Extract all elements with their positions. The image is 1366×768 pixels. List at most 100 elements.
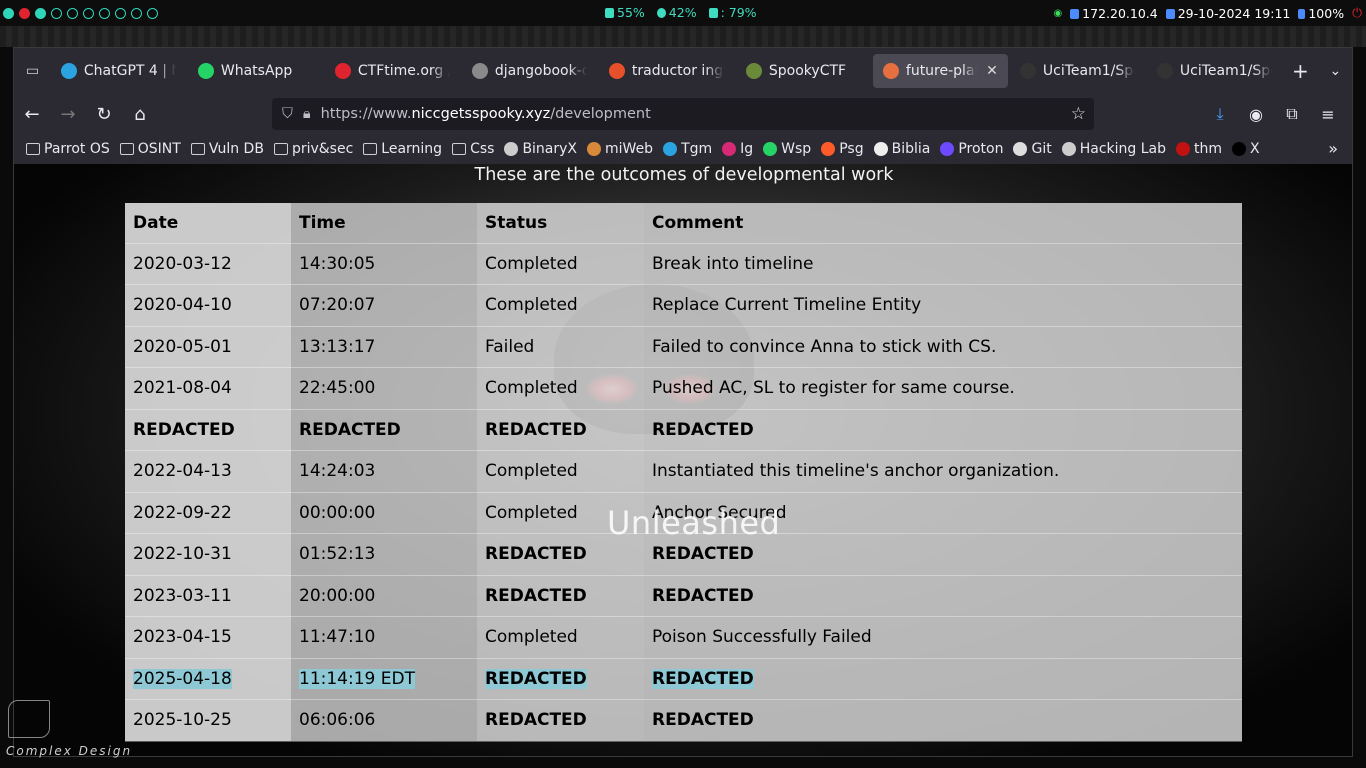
bookmark-star-icon[interactable]: ☆ [1071,104,1086,124]
table-cell: 01:52:13 [291,533,477,575]
bookmark-item[interactable]: Tgm [663,141,712,157]
cell-text: Completed [485,461,578,482]
bookmark-item[interactable]: Learning [363,141,442,157]
home-button[interactable]: ⌂ [122,98,158,130]
menu-button[interactable]: ≡ [1310,98,1346,130]
browser-tab[interactable]: ChatGPT 4 | M [51,54,186,88]
cell-text: 06:06:06 [299,710,376,731]
account-button[interactable]: ◉ [1238,98,1274,130]
bookmark-item[interactable]: Parrot OS [26,141,110,157]
bookmark-item[interactable]: BinaryX [504,141,577,157]
browser-tab[interactable]: UciTeam1/Spo [1010,54,1145,88]
telegram-icon [60,63,77,79]
lock-icon[interactable]: 🔒︎ [303,106,311,122]
bookmarks-overflow-icon[interactable]: » [1328,139,1338,158]
biblia-icon [873,142,888,156]
table-cell: 2022-10-31 [125,533,291,575]
table-cell: 2020-04-10 [125,284,291,326]
forward-button[interactable]: → [50,98,86,130]
address-bar[interactable]: ⛉ 🔒︎ https://www. niccgetsspooky.xyz/deve… [272,98,1094,130]
bookmark-item[interactable]: Ig [722,141,753,157]
navigation-bar: ← → ↻ ⌂ ⛉ 🔒︎ https://www. niccgetsspooky.… [14,96,1352,132]
table-cell: REDACTED [477,409,644,451]
cell-text: Replace Current Timeline Entity [652,295,922,316]
table-cell: 07:20:07 [291,284,477,326]
cell-text: 00:00:00 [299,502,376,523]
close-icon[interactable]: ✕ [986,63,998,79]
bookmark-label: Git [1031,141,1052,157]
table-row: 2020-04-10 07:20:07 Completed Replace Curre… [125,284,1242,326]
bookmark-item[interactable]: Vuln DB [190,141,264,157]
bookmark-label: BinaryX [522,141,578,157]
wifi-icon: ◉ [1053,7,1063,19]
bookmark-item[interactable]: priv&sec [273,141,353,157]
power-icon[interactable]: ⏻ [1352,5,1362,21]
new-tab-button[interactable]: + [1282,59,1319,83]
workspace-dot[interactable] [147,7,158,19]
system-stats: 55% 42% : 79% [605,5,757,20]
development-table: Date Time Status Comment 2020-03-12 14:30:05… [125,203,1242,742]
bookmark-item[interactable]: Psg [821,141,864,157]
cell-text: REDACTED [652,585,754,606]
book-icon [471,63,488,79]
workspace-dot[interactable] [67,7,78,19]
workspace-dot[interactable] [19,7,30,19]
browser-tab[interactable]: future-plan ✕ [872,54,1008,88]
github-icon [1019,63,1036,79]
workspace-dot[interactable] [3,7,14,19]
workspace-dot[interactable] [83,7,94,19]
browser-tab[interactable]: WhatsApp [188,54,323,88]
table-cell: Replace Current Timeline Entity [644,284,1242,326]
browser-tab[interactable]: SpookyCTF [736,54,871,88]
bookmark-item[interactable]: Wsp [763,141,811,157]
shield-icon[interactable]: ⛉ [282,106,293,122]
cell-text: 14:30:05 [299,253,376,274]
bookmark-item[interactable]: Biblia [873,141,930,157]
bookmark-item[interactable]: thm [1176,141,1222,157]
bookmark-item[interactable]: Css [452,141,494,157]
bookmark-item[interactable]: X [1232,141,1260,157]
bookmark-item[interactable]: Proton [940,141,1003,157]
table-cell: 2022-04-13 [125,450,291,492]
back-button[interactable]: ← [14,98,50,130]
arrow-right-icon: → [60,103,76,125]
downloads-button[interactable]: ⤓ [1202,98,1238,130]
cell-text: 2025-04-18 [133,668,232,689]
bookmark-label: miWeb [605,141,654,157]
tab-overview-button[interactable]: ▭ [14,48,51,94]
bookmark-item[interactable]: OSINT [119,141,181,157]
extensions-button[interactable]: ⧉ [1274,98,1310,130]
cell-text: 2020-05-01 [133,336,232,357]
cell-text: REDACTED [485,585,587,606]
table-row: 2021-08-04 22:45:00 Completed Pushed AC, SL… [125,367,1242,409]
cell-text: Instantiated this timeline's anchor orga… [652,461,1060,482]
workspace-dot[interactable] [51,7,62,19]
bookmark-item[interactable]: Git [1013,141,1052,157]
spooky-icon [745,63,762,79]
tab-label: UciTeam1/Spo [1179,63,1272,79]
browser-tab[interactable]: UciTeam1/Spo [1147,54,1282,88]
tab-list-menu-button[interactable]: ⌄ [1319,63,1352,79]
column-header: Comment [644,203,1242,243]
reload-button[interactable]: ↻ [86,98,122,130]
table-cell: 2021-08-04 [125,367,291,409]
browser-tab[interactable]: traductor ingl [599,54,734,88]
ip-address: 172.20.10.4 [1070,6,1158,21]
folder-icon [119,143,134,155]
folder-icon [708,8,718,18]
workspace-dot[interactable] [99,7,110,19]
workspace-dot[interactable] [115,7,126,19]
table-cell: 2022-09-22 [125,492,291,534]
browser-tab[interactable]: djangobook-c [462,54,597,88]
bookmark-item[interactable]: Hacking Lab [1061,141,1166,157]
workspace-indicators [0,7,158,19]
bookmark-item[interactable]: miWeb [587,141,653,157]
workspace-dot[interactable] [131,7,142,19]
browser-tab[interactable]: CTFtime.org / [325,54,460,88]
table-row: REDACTED REDACTED REDACTED REDACTED [125,409,1242,451]
bookmark-label: Ig [740,141,754,157]
workspace-dot[interactable] [35,7,46,19]
bookmark-label: OSINT [137,141,181,157]
tab-label: SpookyCTF [768,63,847,79]
table-cell: 06:06:06 [291,699,477,741]
